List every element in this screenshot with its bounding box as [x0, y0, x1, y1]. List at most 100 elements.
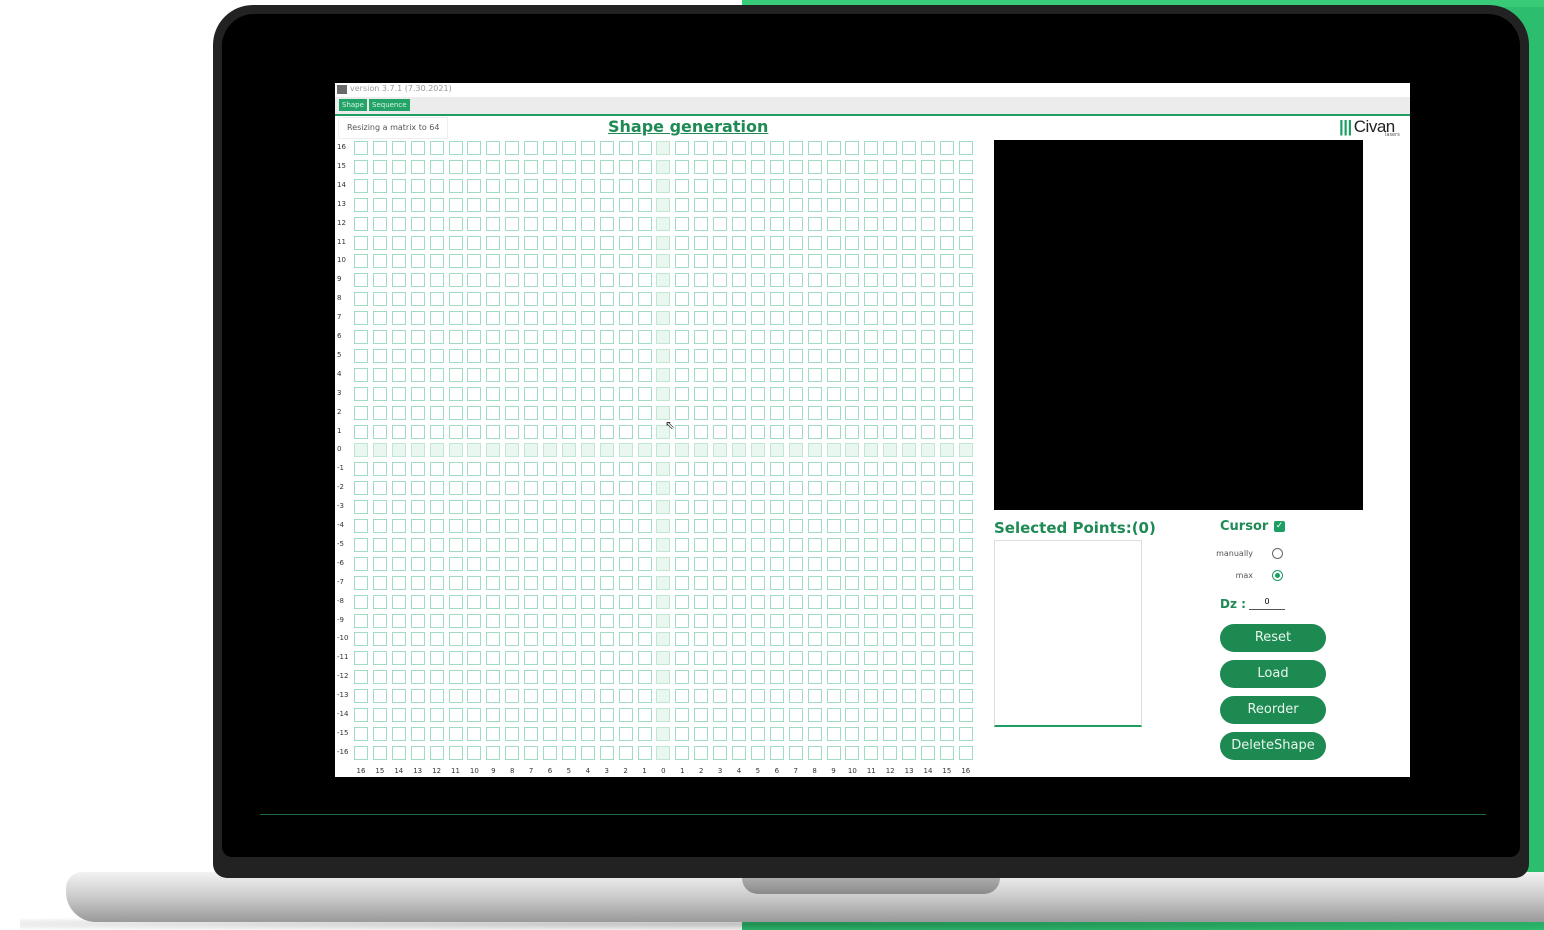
grid-cell[interactable]	[845, 632, 860, 647]
grid-cell[interactable]	[883, 745, 898, 760]
grid-cell[interactable]	[354, 556, 368, 571]
grid-cell[interactable]	[939, 292, 954, 307]
grid-cell[interactable]	[599, 159, 614, 174]
grid-cell[interactable]	[826, 367, 841, 382]
grid-cell[interactable]	[524, 575, 539, 590]
grid-cell[interactable]	[826, 462, 841, 477]
grid-cell[interactable]	[694, 424, 709, 439]
grid-cell[interactable]	[656, 632, 671, 647]
grid-cell[interactable]	[448, 556, 463, 571]
grid-cell[interactable]	[845, 178, 860, 193]
grid-cell[interactable]	[354, 197, 368, 212]
grid-cell[interactable]	[864, 311, 879, 326]
grid-cell[interactable]	[694, 367, 709, 382]
grid-cell[interactable]	[354, 575, 368, 590]
grid-cell[interactable]	[637, 670, 652, 685]
grid-cell[interactable]	[826, 519, 841, 533]
grid-cell[interactable]	[637, 405, 652, 420]
grid-cell[interactable]	[524, 216, 539, 231]
grid-cell[interactable]	[486, 292, 501, 307]
grid-cell[interactable]	[883, 708, 898, 722]
grid-cell[interactable]	[486, 254, 501, 269]
grid-cell[interactable]	[921, 462, 935, 477]
grid-cell[interactable]	[939, 708, 954, 722]
grid-cell[interactable]	[769, 367, 784, 382]
grid-cell[interactable]	[561, 216, 576, 231]
grid-cell[interactable]	[769, 348, 784, 363]
grid-cell[interactable]	[410, 575, 425, 590]
grid-cell[interactable]	[637, 159, 652, 174]
grid-cell[interactable]	[391, 594, 406, 609]
grid-cell[interactable]	[675, 178, 690, 193]
grid-cell[interactable]	[391, 519, 406, 533]
grid-cell[interactable]	[788, 311, 803, 326]
grid-cell[interactable]	[372, 519, 387, 533]
grid-cell[interactable]	[618, 216, 633, 231]
grid-cell[interactable]	[713, 670, 728, 685]
grid-cell[interactable]	[902, 443, 917, 458]
grid-cell[interactable]	[505, 159, 520, 174]
grid-cell[interactable]	[826, 575, 841, 590]
grid-cell[interactable]	[958, 216, 973, 231]
grid-cell[interactable]	[788, 330, 803, 344]
grid-cell[interactable]	[391, 745, 406, 760]
grid-cell[interactable]	[618, 462, 633, 477]
grid-cell[interactable]	[486, 613, 501, 628]
grid-cell[interactable]	[448, 235, 463, 250]
grid-cell[interactable]	[618, 594, 633, 609]
grid-cell[interactable]	[580, 594, 595, 609]
grid-cell[interactable]	[921, 481, 935, 496]
grid-cell[interactable]	[921, 443, 935, 458]
grid-cell[interactable]	[788, 575, 803, 590]
grid-cell[interactable]	[410, 556, 425, 571]
grid-cell[interactable]	[883, 386, 898, 401]
grid-cell[interactable]	[618, 632, 633, 647]
grid-cell[interactable]	[939, 330, 954, 344]
grid-cell[interactable]	[486, 424, 501, 439]
grid-cell[interactable]	[543, 330, 557, 344]
grid-cell[interactable]	[807, 481, 822, 496]
grid-cell[interactable]	[788, 367, 803, 382]
grid-cell[interactable]	[675, 745, 690, 760]
grid-cell[interactable]	[354, 254, 368, 269]
grid-cell[interactable]	[807, 594, 822, 609]
grid-cell[interactable]	[826, 500, 841, 515]
grid-cell[interactable]	[391, 708, 406, 722]
grid-cell[interactable]	[826, 273, 841, 288]
grid-cell[interactable]	[486, 519, 501, 533]
grid-cell[interactable]	[713, 348, 728, 363]
grid-cell[interactable]	[694, 330, 709, 344]
grid-cell[interactable]	[694, 197, 709, 212]
grid-cell[interactable]	[788, 745, 803, 760]
grid-cell[interactable]	[486, 556, 501, 571]
grid-cell[interactable]	[580, 330, 595, 344]
grid-cell[interactable]	[694, 726, 709, 741]
grid-cell[interactable]	[807, 575, 822, 590]
grid-cell[interactable]	[902, 216, 917, 231]
grid-cell[interactable]	[826, 689, 841, 704]
grid-cell[interactable]	[958, 235, 973, 250]
grid-cell[interactable]	[864, 651, 879, 666]
grid-cell[interactable]	[939, 216, 954, 231]
grid-cell[interactable]	[524, 594, 539, 609]
grid-cell[interactable]	[656, 197, 671, 212]
grid-cell[interactable]	[599, 500, 614, 515]
grid-cell[interactable]	[883, 443, 898, 458]
grid-cell[interactable]	[826, 651, 841, 666]
grid-cell[interactable]	[486, 348, 501, 363]
grid-cell[interactable]	[599, 311, 614, 326]
grid-cell[interactable]	[410, 235, 425, 250]
grid-cell[interactable]	[788, 254, 803, 269]
grid-cell[interactable]	[921, 670, 935, 685]
grid-cell[interactable]	[902, 500, 917, 515]
grid-cell[interactable]	[448, 367, 463, 382]
grid-cell[interactable]	[486, 235, 501, 250]
grid-cell[interactable]	[883, 216, 898, 231]
grid-cell[interactable]	[939, 670, 954, 685]
grid-cell[interactable]	[807, 443, 822, 458]
grid-cell[interactable]	[543, 424, 557, 439]
grid-cell[interactable]	[448, 292, 463, 307]
grid-cell[interactable]	[354, 651, 368, 666]
grid-cell[interactable]	[732, 708, 746, 722]
grid-cell[interactable]	[769, 481, 784, 496]
